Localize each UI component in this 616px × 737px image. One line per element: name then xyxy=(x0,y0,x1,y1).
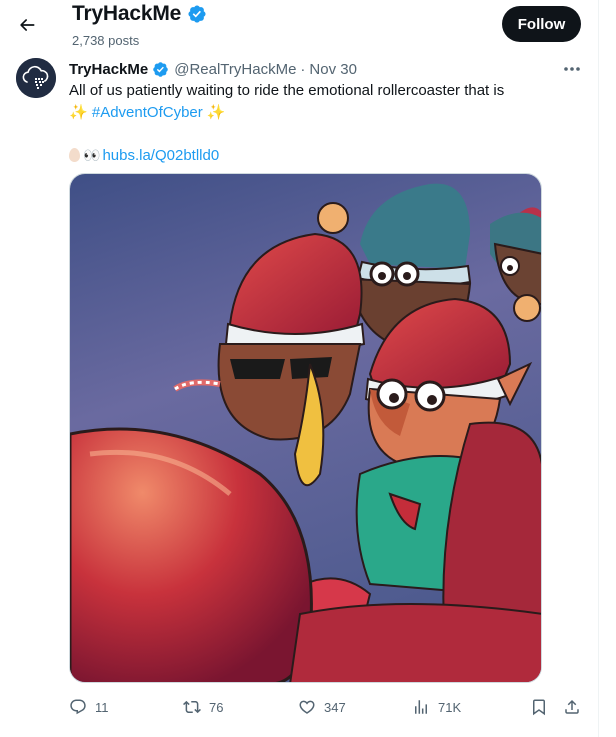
tweet-header: TryHackMe @RealTryHackMe · Nov 30 xyxy=(69,58,357,80)
like-button[interactable]: 347 xyxy=(298,694,346,720)
reply-count: 11 xyxy=(95,699,109,715)
author-name[interactable]: TryHackMe xyxy=(69,61,148,78)
tweet-date[interactable]: Nov 30 xyxy=(309,61,357,78)
sparkle-emoji: ✨ xyxy=(206,104,226,121)
verified-badge-icon xyxy=(153,61,168,77)
views-button[interactable]: 71K xyxy=(412,694,461,720)
elves-on-sleigh-illustration xyxy=(70,174,541,682)
views-count: 71K xyxy=(438,699,462,715)
bookmark-icon xyxy=(533,699,545,716)
sparkle-emoji: ✨ xyxy=(69,104,88,121)
like-count: 347 xyxy=(324,699,346,715)
tweet-text-line: All of us patiently waiting to ride the … xyxy=(69,82,505,99)
share-button[interactable] xyxy=(563,694,581,720)
column-border xyxy=(598,0,599,737)
author-handle[interactable]: @RealTryHackMe xyxy=(174,61,296,78)
tweet-link-line: 👀 hubs.la/Q02btlld0 xyxy=(69,144,569,166)
more-options-button[interactable] xyxy=(560,60,584,78)
tryhackme-logo-icon xyxy=(16,58,56,98)
profile-name: TryHackMe xyxy=(72,2,182,25)
repost-count: 76 xyxy=(209,699,224,715)
back-arrow-icon xyxy=(20,19,35,31)
tweet-text: All of us patiently waiting to ride the … xyxy=(69,80,569,166)
back-button[interactable] xyxy=(10,8,44,42)
share-icon xyxy=(565,699,579,714)
tweet-hashtag-line: ✨ #AdventOfCyber ✨ xyxy=(69,102,569,124)
egg-emoji-icon xyxy=(69,148,80,162)
tweet-media-image[interactable] xyxy=(69,173,542,683)
verified-badge xyxy=(152,61,169,78)
hashtag-link[interactable]: #AdventOfCyber xyxy=(92,104,203,121)
more-options-icon xyxy=(564,67,580,71)
follow-button[interactable]: Follow xyxy=(502,6,581,42)
profile-title: TryHackMe xyxy=(72,2,207,26)
separator: · xyxy=(300,60,306,78)
like-icon xyxy=(299,700,315,714)
reply-icon xyxy=(70,699,86,715)
post-count: 2,738 posts xyxy=(72,33,140,48)
bookmark-button[interactable] xyxy=(530,694,548,720)
repost-button[interactable]: 76 xyxy=(183,694,223,720)
views-icon xyxy=(415,700,427,714)
tweet-link[interactable]: hubs.la/Q02btlld0 xyxy=(102,147,219,164)
repost-icon xyxy=(183,700,201,714)
tweet-actions: 11 76 347 71K xyxy=(0,694,598,720)
reply-button[interactable]: 11 xyxy=(69,694,109,720)
profile-header: TryHackMe 2,738 posts Follow xyxy=(0,0,598,56)
avatar[interactable] xyxy=(16,58,56,98)
eyes-emoji-icon: 👀 xyxy=(83,147,100,163)
verified-badge-icon xyxy=(188,5,206,23)
